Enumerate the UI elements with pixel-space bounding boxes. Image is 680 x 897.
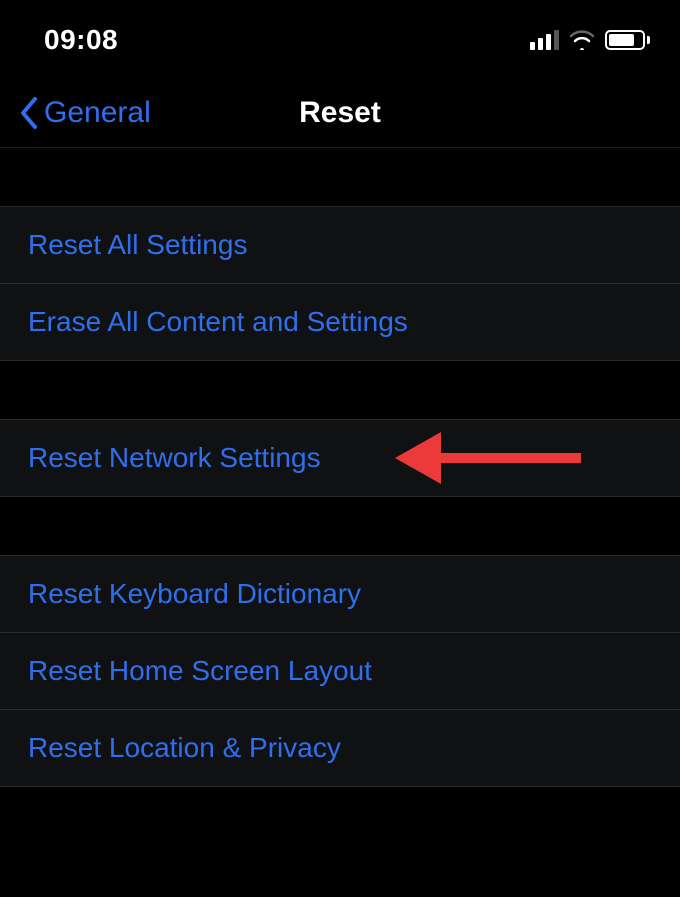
- erase-all-content-row[interactable]: Erase All Content and Settings: [0, 283, 680, 360]
- row-label: Reset Home Screen Layout: [28, 655, 372, 686]
- section-gap: [0, 361, 680, 419]
- list-group-1: Reset All Settings Erase All Content and…: [0, 206, 680, 361]
- back-button[interactable]: General: [18, 96, 151, 130]
- reset-keyboard-dictionary-row[interactable]: Reset Keyboard Dictionary: [0, 556, 680, 632]
- row-label: Reset Keyboard Dictionary: [28, 578, 361, 609]
- annotation-arrow-icon: [395, 432, 581, 484]
- clock-time: 09:08: [44, 24, 118, 56]
- status-bar: 09:08: [0, 0, 680, 78]
- row-label: Reset Location & Privacy: [28, 732, 341, 763]
- reset-home-screen-layout-row[interactable]: Reset Home Screen Layout: [0, 632, 680, 709]
- battery-icon: [605, 30, 650, 50]
- status-indicators: [530, 30, 650, 50]
- row-label: Reset All Settings: [28, 229, 247, 260]
- section-gap: [0, 148, 680, 206]
- chevron-left-icon: [18, 96, 40, 130]
- cellular-signal-icon: [530, 30, 559, 50]
- reset-location-privacy-row[interactable]: Reset Location & Privacy: [0, 709, 680, 786]
- wifi-icon: [569, 30, 595, 50]
- reset-all-settings-row[interactable]: Reset All Settings: [0, 207, 680, 283]
- row-label: Erase All Content and Settings: [28, 306, 408, 337]
- list-group-2: Reset Network Settings: [0, 419, 680, 497]
- reset-network-settings-row[interactable]: Reset Network Settings: [0, 420, 680, 496]
- row-label: Reset Network Settings: [28, 442, 321, 473]
- navigation-bar: General Reset: [0, 78, 680, 148]
- list-group-3: Reset Keyboard Dictionary Reset Home Scr…: [0, 555, 680, 787]
- section-gap: [0, 497, 680, 555]
- back-label: General: [44, 96, 151, 130]
